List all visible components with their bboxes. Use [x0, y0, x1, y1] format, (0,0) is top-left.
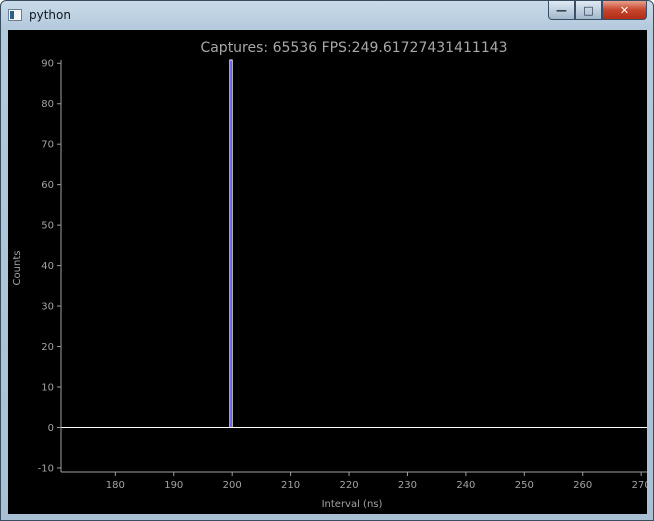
- y-tick-label: -10: [38, 463, 54, 474]
- y-tick-label: 60: [41, 180, 54, 191]
- y-tick-label: 80: [41, 99, 54, 110]
- y-tick-label: 50: [41, 221, 54, 232]
- y-axis-label: Counts: [12, 251, 23, 286]
- plot-title: Captures: 65536 FPS:249.61727431411143: [200, 40, 507, 56]
- x-tick-label: 180: [106, 480, 125, 491]
- maximize-button[interactable]: □: [575, 1, 602, 20]
- y-tick-label: 10: [41, 383, 54, 394]
- x-tick-label: 250: [515, 480, 534, 491]
- bar-0: [229, 59, 233, 428]
- minimize-icon: —: [556, 3, 567, 17]
- window-controls: — □ ✕: [548, 1, 647, 21]
- y-tick-label: 70: [41, 140, 54, 151]
- x-tick-label: 260: [573, 480, 592, 491]
- window-title: python: [29, 8, 71, 22]
- x-tick-label: 270: [632, 480, 647, 491]
- x-tick-label: 190: [164, 480, 183, 491]
- plot-canvas[interactable]: Captures: 65536 FPS:249.61727431411143 -…: [8, 30, 647, 514]
- app-window: python — □ ✕ Captures: 65536 FPS:249.617…: [0, 0, 654, 521]
- maximize-icon: □: [583, 3, 594, 17]
- x-tick-label: 210: [281, 480, 300, 491]
- y-tick-label: 20: [41, 342, 54, 353]
- title-bar[interactable]: python — □ ✕: [1, 1, 653, 31]
- x-tick-label: 230: [398, 480, 417, 491]
- minimize-button[interactable]: —: [548, 1, 575, 20]
- y-tick-label: 90: [41, 59, 54, 70]
- close-icon: ✕: [619, 3, 630, 17]
- x-tick-label: 220: [339, 480, 358, 491]
- x-axis-label: Interval (ns): [322, 499, 383, 510]
- y-tick-label: 0: [48, 423, 54, 434]
- bars-layer: [229, 59, 233, 428]
- x-tick-label: 200: [223, 480, 242, 491]
- y-tick-label: 40: [41, 261, 54, 272]
- close-button[interactable]: ✕: [602, 1, 647, 20]
- x-tick-label: 240: [456, 480, 475, 491]
- python-app-icon: [8, 9, 22, 21]
- y-tick-label: 30: [41, 302, 54, 313]
- axes-layer: -10 0 10 20 30 40 50 60 70 80 90 180 190 200 210 220 230…: [38, 59, 647, 491]
- histogram-plot[interactable]: Captures: 65536 FPS:249.61727431411143 -…: [8, 30, 647, 514]
